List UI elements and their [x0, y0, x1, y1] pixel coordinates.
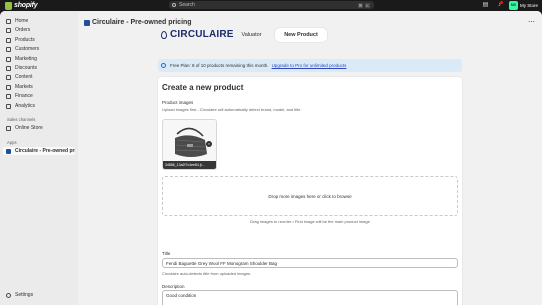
shopify-bag-icon: [5, 1, 12, 10]
kbd-k: K: [365, 2, 370, 8]
product-images-help: Upload images first - Circulaire will au…: [162, 107, 301, 112]
sidebar-item-label: Customers: [15, 46, 40, 52]
sidebar-item-label: Content: [15, 74, 33, 80]
shopify-logo[interactable]: shopify: [5, 1, 38, 10]
sidebar-item-marketing[interactable]: Marketing: [3, 55, 75, 63]
sidebar-item-label: Online Store: [15, 125, 43, 131]
dropzone-text: Drop more images here or click to browse: [268, 193, 352, 199]
gear-icon: [6, 292, 11, 298]
finance-icon: [6, 93, 11, 99]
dropzone-hint: Drag images to reorder • First image wil…: [250, 219, 370, 224]
sidebar-item-label: Orders: [15, 27, 31, 33]
title-label: Title: [162, 251, 171, 256]
content-icon: [6, 74, 11, 80]
sidebar-item-orders[interactable]: Orders: [3, 26, 75, 34]
sidebar-item-analytics[interactable]: Analytics: [3, 102, 75, 110]
sidebar-item-online-store[interactable]: Online Store: [3, 124, 75, 132]
sidebar-item-home[interactable]: Home: [3, 17, 75, 25]
sidebar: Home Orders Products Customers Marketing…: [0, 11, 78, 305]
location-pin-icon: [161, 30, 167, 39]
banner-text: Free Plan: 8 of 10 products remaining th…: [170, 63, 269, 68]
customers-icon: [6, 46, 11, 52]
inbox-icon[interactable]: ▤: [482, 2, 489, 9]
title-help: Circulaire auto-detects title from uploa…: [162, 271, 252, 276]
tab-label: New Product: [284, 32, 318, 38]
card-title: Create a new product: [162, 83, 244, 92]
tab-valuator[interactable]: Valuator: [228, 28, 275, 42]
search-icon: [172, 3, 176, 7]
sidebar-item-circulaire[interactable]: Circulaire - Pre-owned pric...: [3, 147, 75, 155]
remove-image-button[interactable]: ×: [206, 141, 212, 147]
sidebar-item-label: Products: [15, 37, 35, 43]
sidebar-item-discounts[interactable]: Discounts: [3, 64, 75, 72]
sidebar-item-finance[interactable]: Finance: [3, 92, 75, 100]
sidebar-item-content[interactable]: Content: [3, 73, 75, 81]
search-input[interactable]: Search ⌘ K: [169, 1, 374, 9]
image-dropzone[interactable]: Drop more images here or click to browse: [162, 176, 458, 216]
tab-new-product[interactable]: New Product: [275, 28, 327, 42]
kbd-command: ⌘: [358, 2, 363, 8]
sidebar-item-label: Circulaire - Pre-owned pric...: [15, 148, 75, 154]
notification-dot: [500, 1, 503, 4]
store-icon: [6, 125, 11, 131]
sidebar-item-label: Finance: [15, 93, 33, 99]
description-label: Description: [162, 284, 185, 289]
create-product-card: Create a new product Product images Uplo…: [158, 77, 462, 305]
sidebar-item-label: Discounts: [15, 65, 37, 71]
home-icon: [6, 18, 11, 24]
sales-channels-header[interactable]: Sales channels: [7, 117, 35, 122]
page-title: Circulaire - Pre-owned pricing: [92, 19, 192, 26]
top-bar: shopify Search ⌘ K ▤ ♪ MS My Store: [0, 0, 542, 11]
product-images-label: Product images: [162, 100, 194, 105]
sidebar-item-products[interactable]: Products: [3, 36, 75, 44]
plan-banner: Free Plan: 8 of 10 products remaining th…: [158, 59, 462, 72]
description-textarea[interactable]: Good condition: [162, 290, 458, 305]
sidebar-item-label: Marketing: [15, 56, 37, 62]
products-icon: [6, 37, 11, 43]
analytics-icon: [6, 103, 11, 109]
info-icon: [161, 63, 166, 68]
apps-header[interactable]: Apps: [7, 140, 17, 145]
sidebar-item-label: Analytics: [15, 103, 36, 109]
logo-text: shopify: [14, 2, 38, 9]
avatar[interactable]: MS: [509, 1, 518, 10]
store-name[interactable]: My Store: [520, 2, 538, 9]
sidebar-item-label: Markets: [15, 84, 33, 90]
sidebar-item-label: Home: [15, 18, 29, 24]
sidebar-item-customers[interactable]: Customers: [3, 45, 75, 53]
sidebar-item-label: Settings: [15, 292, 34, 298]
discounts-icon: [6, 65, 11, 71]
orders-icon: [6, 27, 11, 33]
sidebar-item-markets[interactable]: Markets: [3, 83, 75, 91]
upgrade-link[interactable]: Upgrade to Pro for unlimited products: [272, 63, 347, 68]
circulaire-app-icon: [84, 20, 90, 26]
marketing-icon: [6, 56, 11, 62]
search-placeholder: Search: [179, 2, 195, 8]
admin-shell: Home Orders Products Customers Marketing…: [0, 11, 542, 305]
thumbnail-filename: 34886_13a2f7c4ee84.jt...: [163, 161, 216, 169]
title-input[interactable]: Fendi Baguette Grey Wool FF Monogram Sho…: [162, 258, 458, 268]
circulaire-logo: CIRCULAIRE: [161, 29, 234, 40]
tab-label: Valuator: [241, 32, 262, 38]
main-content: Circulaire - Pre-owned pricing ⋯ CIRCULA…: [78, 11, 542, 305]
sidebar-item-settings[interactable]: Settings: [3, 291, 75, 299]
circulaire-app-icon: [6, 148, 11, 154]
more-actions-icon[interactable]: ⋯: [528, 18, 535, 26]
markets-icon: [6, 84, 11, 90]
brand-name: CIRCULAIRE: [170, 29, 234, 40]
